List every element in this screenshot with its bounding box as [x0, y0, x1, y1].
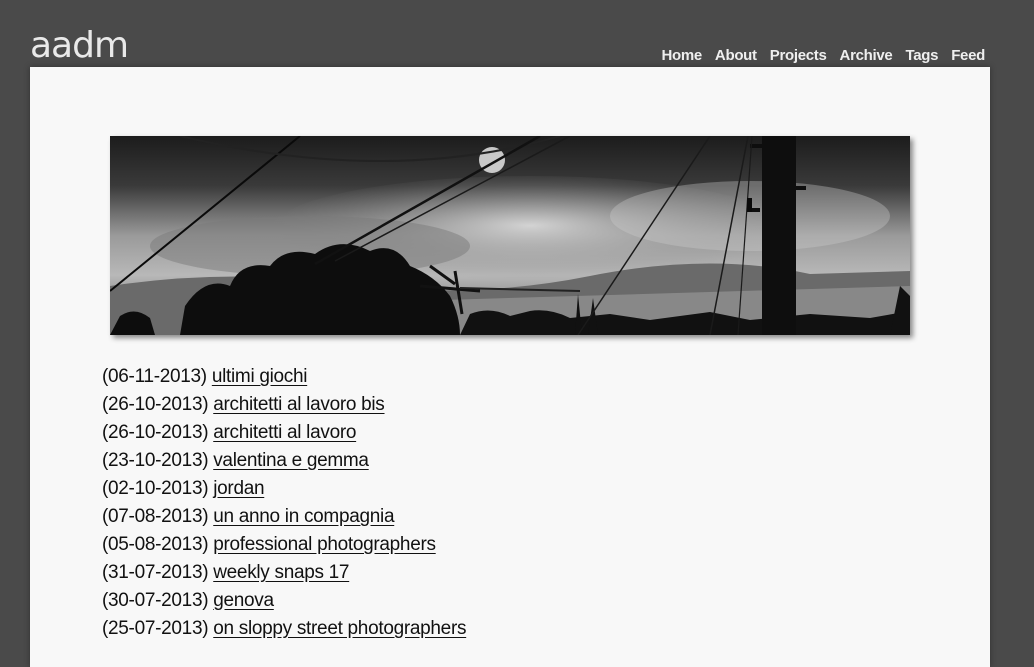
list-item: (26-10-2013) architetti al lavoro bis — [102, 391, 466, 419]
post-date: (23-10-2013) — [102, 450, 209, 471]
post-list: (06-11-2013) ultimi giochi (26-10-2013) … — [102, 363, 466, 643]
banner-image — [110, 136, 910, 335]
post-link[interactable]: un anno in compagnia — [213, 506, 394, 527]
list-item: (06-11-2013) ultimi giochi — [102, 363, 466, 391]
site-logo[interactable]: aadm — [30, 24, 129, 68]
post-link[interactable]: jordan — [213, 478, 264, 499]
post-link[interactable]: ultimi giochi — [212, 366, 308, 387]
nav-home[interactable]: Home — [661, 46, 702, 66]
list-item: (31-07-2013) weekly snaps 17 — [102, 559, 466, 587]
post-date: (26-10-2013) — [102, 422, 209, 443]
nav-projects[interactable]: Projects — [770, 46, 827, 66]
post-date: (02-10-2013) — [102, 478, 209, 499]
post-link[interactable]: professional photographers — [213, 534, 436, 555]
nav-tags[interactable]: Tags — [905, 46, 938, 66]
list-item: (25-07-2013) on sloppy street photograph… — [102, 615, 466, 643]
list-item: (02-10-2013) jordan — [102, 475, 466, 503]
post-date: (26-10-2013) — [102, 394, 209, 415]
post-date: (30-07-2013) — [102, 590, 209, 611]
content-panel: (06-11-2013) ultimi giochi (26-10-2013) … — [30, 67, 990, 667]
post-date: (06-11-2013) — [102, 366, 207, 387]
list-item: (05-08-2013) professional photographers — [102, 531, 466, 559]
post-date: (25-07-2013) — [102, 618, 209, 639]
nav-feed[interactable]: Feed — [951, 46, 985, 66]
post-link[interactable]: architetti al lavoro bis — [213, 394, 385, 415]
post-link[interactable]: architetti al lavoro — [213, 422, 356, 443]
post-link[interactable]: genova — [213, 590, 274, 611]
nav-about[interactable]: About — [715, 46, 757, 66]
post-date: (07-08-2013) — [102, 506, 209, 527]
main-nav: Home About Projects Archive Tags Feed — [661, 46, 985, 66]
post-date: (05-08-2013) — [102, 534, 209, 555]
post-link[interactable]: weekly snaps 17 — [213, 562, 349, 583]
post-date: (31-07-2013) — [102, 562, 209, 583]
list-item: (07-08-2013) un anno in compagnia — [102, 503, 466, 531]
list-item: (23-10-2013) valentina e gemma — [102, 447, 466, 475]
post-link[interactable]: valentina e gemma — [213, 450, 369, 471]
list-item: (26-10-2013) architetti al lavoro — [102, 419, 466, 447]
post-link[interactable]: on sloppy street photographers — [213, 618, 466, 639]
list-item: (30-07-2013) genova — [102, 587, 466, 615]
landscape-photo-bw — [110, 136, 910, 335]
nav-archive[interactable]: Archive — [840, 46, 893, 66]
